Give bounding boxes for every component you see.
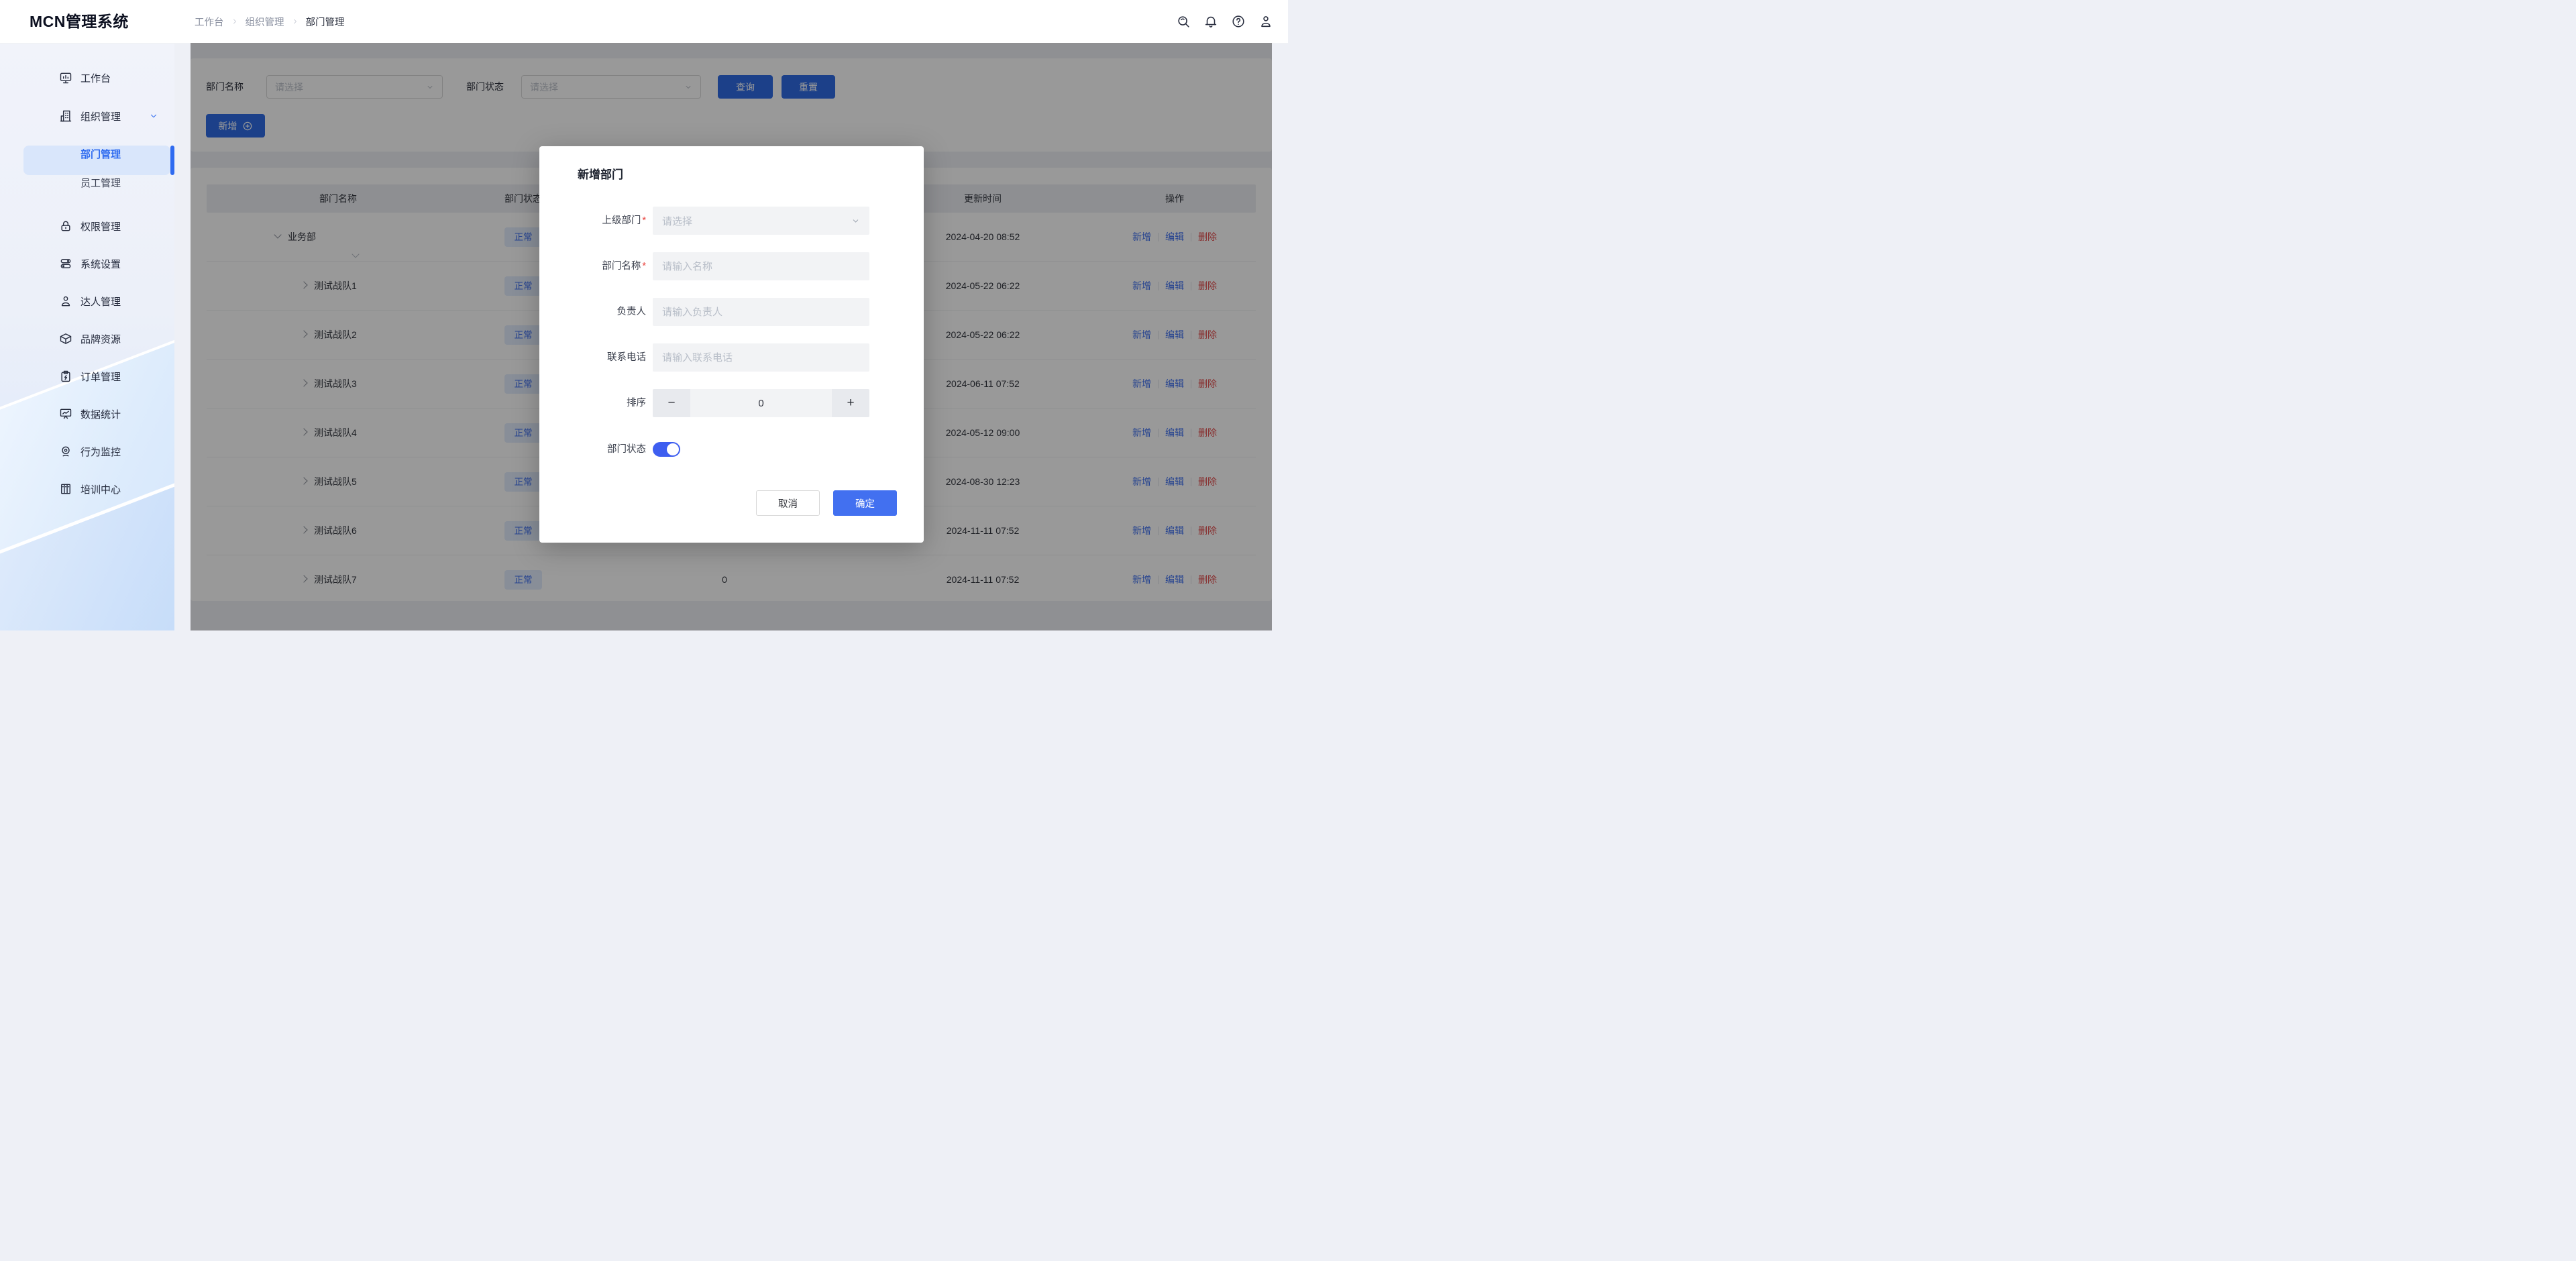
select-placeholder: 请选择 xyxy=(662,214,851,228)
chevron-right-icon xyxy=(231,17,239,25)
bell-icon[interactable] xyxy=(1203,14,1218,29)
sidebar-item-order[interactable]: 订单管理 xyxy=(0,363,174,390)
parent-dept-select[interactable]: 请选择 xyxy=(653,207,869,235)
chart-icon xyxy=(59,407,72,421)
app-logo: MCN管理系统 xyxy=(30,0,129,43)
sidebar: 工作台 组织管理 部门管理 员工管理 权限管理 系统设置 达人管理 品牌资源 xyxy=(0,43,174,630)
sidebar-item-label: 工作台 xyxy=(80,71,111,85)
sidebar-item-permission[interactable]: 权限管理 xyxy=(0,213,174,239)
chevron-down-icon[interactable] xyxy=(149,111,158,121)
phone-label: 联系电话 xyxy=(555,343,646,372)
help-icon[interactable] xyxy=(1231,14,1246,29)
person-icon xyxy=(59,294,72,308)
stepper-minus-button[interactable]: − xyxy=(653,389,690,417)
add-department-modal: 新增部门 上级部门* 请选择 部门名称* 负责人 联系电话 排序 − 0 + 部… xyxy=(539,146,924,543)
chevron-down-icon xyxy=(851,217,860,225)
box-icon xyxy=(59,332,72,345)
webcam-icon xyxy=(59,445,72,458)
modal-title: 新增部门 xyxy=(578,165,623,182)
sidebar-item-label: 数据统计 xyxy=(80,407,121,421)
sidebar-item-system[interactable]: 系统设置 xyxy=(0,250,174,277)
breadcrumb-item-current: 部门管理 xyxy=(306,15,345,29)
sidebar-subitem-department[interactable]: 部门管理 xyxy=(0,142,174,166)
cabinet-icon xyxy=(59,482,72,496)
cancel-button[interactable]: 取消 xyxy=(756,490,820,516)
settings-icon xyxy=(59,257,72,270)
sidebar-nav: 工作台 组织管理 部门管理 员工管理 权限管理 系统设置 达人管理 品牌资源 xyxy=(0,64,174,502)
chevron-right-icon xyxy=(291,17,299,25)
breadcrumb-item[interactable]: 工作台 xyxy=(195,15,224,29)
leader-input[interactable] xyxy=(653,298,869,326)
sidebar-subitem-label: 员工管理 xyxy=(80,176,121,190)
top-header: MCN管理系统 工作台 组织管理 部门管理 xyxy=(0,0,1288,44)
sidebar-item-brand[interactable]: 品牌资源 xyxy=(0,325,174,352)
stepper-plus-button[interactable]: + xyxy=(832,389,869,417)
dept-status-label: 部门状态 xyxy=(555,435,646,463)
dept-name-input[interactable] xyxy=(653,252,869,280)
sidebar-item-statistics[interactable]: 数据统计 xyxy=(0,400,174,427)
breadcrumb-item[interactable]: 组织管理 xyxy=(246,15,284,29)
sort-stepper: − 0 + xyxy=(653,389,869,417)
stepper-value[interactable]: 0 xyxy=(690,389,832,417)
required-asterisk: * xyxy=(642,215,646,226)
sidebar-subitem-label: 部门管理 xyxy=(80,147,121,161)
building-icon xyxy=(59,109,72,123)
sidebar-item-workbench[interactable]: 工作台 xyxy=(0,64,174,91)
leader-label: 负责人 xyxy=(555,298,646,326)
sidebar-item-talent[interactable]: 达人管理 xyxy=(0,288,174,315)
confirm-button[interactable]: 确定 xyxy=(833,490,897,516)
sidebar-item-label: 达人管理 xyxy=(80,294,121,309)
sidebar-item-label: 权限管理 xyxy=(80,219,121,233)
dept-name-label: 部门名称* xyxy=(555,252,646,280)
clipboard-icon xyxy=(59,370,72,383)
search-icon[interactable] xyxy=(1176,14,1191,29)
parent-dept-label: 上级部门* xyxy=(555,207,646,235)
lock-icon xyxy=(59,219,72,233)
sidebar-subitem-employee[interactable]: 员工管理 xyxy=(0,170,174,195)
sidebar-item-label: 系统设置 xyxy=(80,257,121,271)
sidebar-item-organization[interactable]: 组织管理 xyxy=(0,103,174,129)
dept-status-toggle[interactable] xyxy=(653,442,680,457)
sidebar-item-monitoring[interactable]: 行为监控 xyxy=(0,438,174,465)
sidebar-item-training[interactable]: 培训中心 xyxy=(0,476,174,502)
sidebar-item-label: 品牌资源 xyxy=(80,332,121,346)
user-icon[interactable] xyxy=(1258,14,1273,29)
breadcrumb: 工作台 组织管理 部门管理 xyxy=(195,0,345,43)
sidebar-item-label: 行为监控 xyxy=(80,445,121,459)
monitor-icon xyxy=(59,71,72,85)
sidebar-item-label: 订单管理 xyxy=(80,370,121,384)
sidebar-item-label: 培训中心 xyxy=(80,482,121,496)
header-icons xyxy=(1176,0,1273,43)
phone-input[interactable] xyxy=(653,343,869,372)
required-asterisk: * xyxy=(642,261,646,272)
sidebar-item-label: 组织管理 xyxy=(80,109,121,123)
sort-label: 排序 xyxy=(555,389,646,417)
